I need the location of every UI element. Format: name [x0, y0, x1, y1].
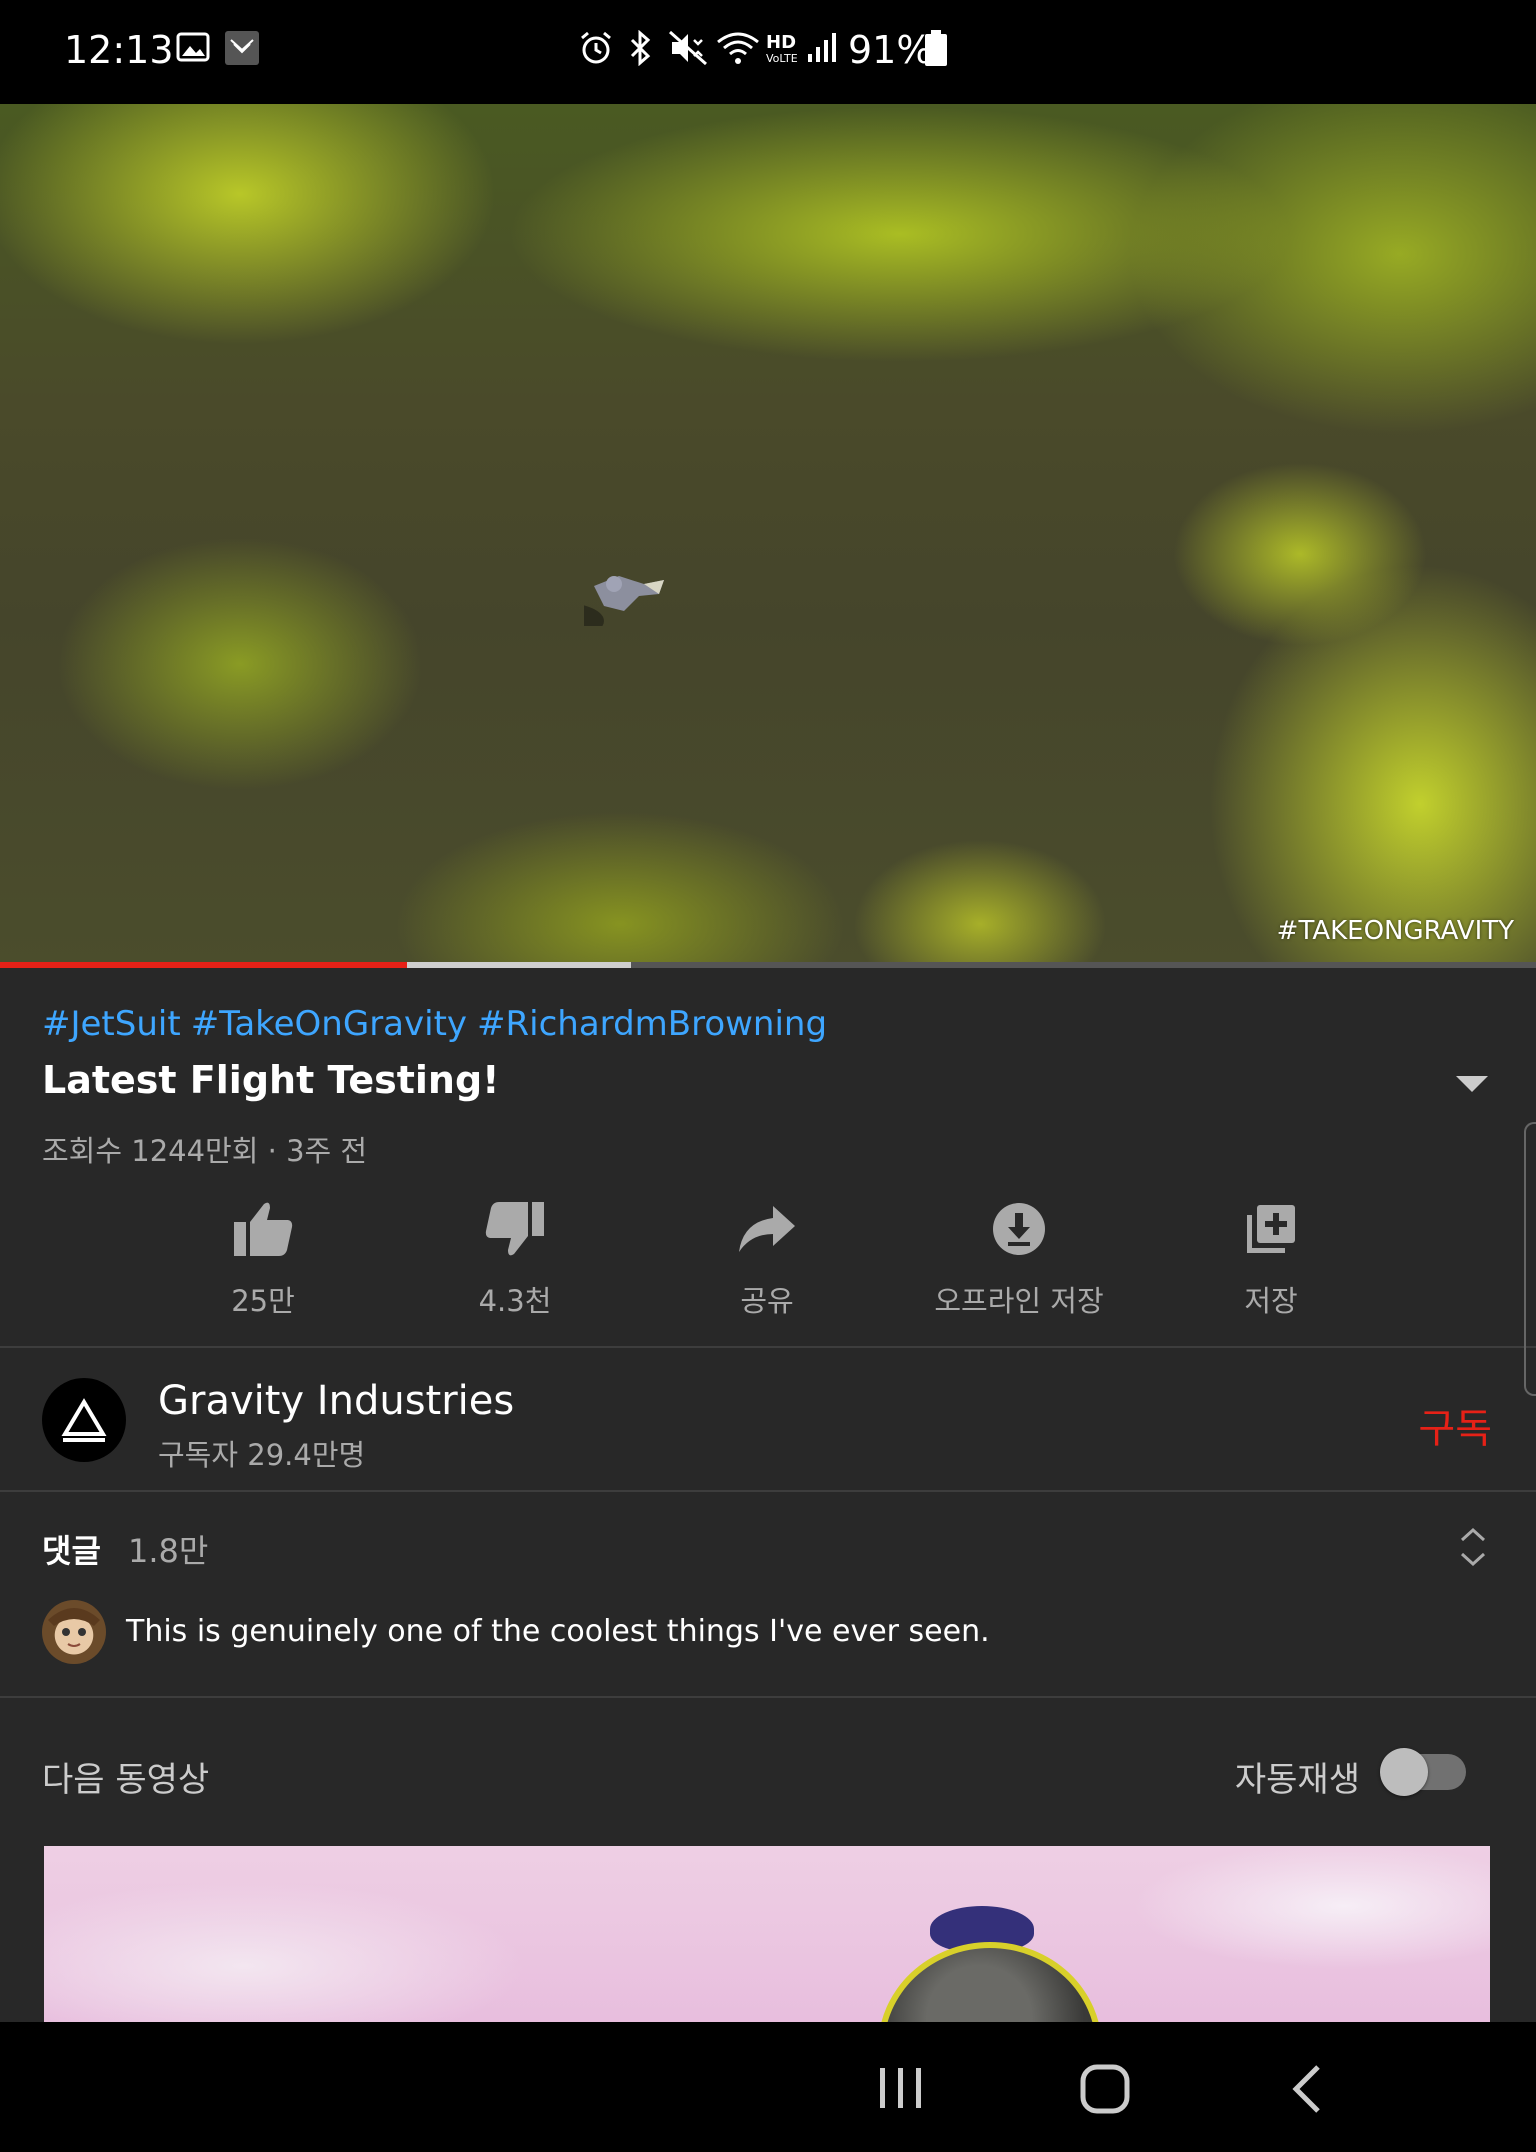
- hashtag-link[interactable]: #TakeOnGravity: [191, 1004, 467, 1044]
- hashtag-list: #JetSuit #TakeOnGravity #RichardmBrowning: [42, 1004, 837, 1044]
- autoplay-toggle[interactable]: [1380, 1748, 1466, 1796]
- alarm-icon: [581, 31, 611, 64]
- view-count-and-date: 조회수 1244만회 · 3주 전: [42, 1134, 368, 1168]
- save-to-playlist-button[interactable]: 저장: [1161, 1196, 1381, 1320]
- subscribe-button[interactable]: 구독: [1418, 1396, 1492, 1454]
- divider: [0, 1696, 1536, 1698]
- status-time: 12:13: [64, 28, 174, 72]
- battery-icon: [925, 30, 947, 66]
- bluetooth-icon: [630, 30, 651, 66]
- like-count: 25만: [231, 1284, 295, 1318]
- anime-face-avatar-icon: [48, 1608, 100, 1647]
- notification-app-icon: [225, 31, 259, 65]
- like-button[interactable]: 25만: [153, 1196, 373, 1320]
- share-label: 공유: [740, 1284, 794, 1318]
- save-label: 저장: [1244, 1284, 1298, 1318]
- thumbs-up-icon: [234, 1202, 293, 1256]
- mute-icon: [669, 30, 707, 66]
- comments-count: 1.8만: [128, 1532, 209, 1570]
- expand-description-icon[interactable]: [1454, 1074, 1490, 1094]
- dislike-button[interactable]: 4.3천: [405, 1196, 625, 1320]
- home-icon[interactable]: [1080, 2064, 1130, 2114]
- hashtag-link[interactable]: #JetSuit: [42, 1004, 181, 1044]
- channel-avatar[interactable]: [42, 1378, 126, 1462]
- share-icon: [739, 1206, 795, 1252]
- wifi-icon: [717, 32, 759, 64]
- comments-title[interactable]: 댓글: [42, 1526, 101, 1572]
- svg-text:VoLTE: VoLTE: [766, 52, 798, 65]
- next-video-thumbnail[interactable]: [44, 1846, 1490, 2022]
- edge-panel-handle[interactable]: [1524, 1122, 1536, 1396]
- divider: [0, 1490, 1536, 1492]
- battery-percentage: 91%: [848, 28, 933, 72]
- download-label: 오프라인 저장: [934, 1284, 1104, 1318]
- svg-text:HD: HD: [766, 32, 796, 53]
- hd-voice-icon: HD VoLTE: [766, 32, 798, 65]
- played-progress: [0, 962, 408, 968]
- add-to-playlist-icon: [1247, 1205, 1295, 1253]
- gravity-logo-icon: [61, 1398, 107, 1442]
- jetsuit-pilot-figure: [584, 576, 664, 626]
- signal-icon: [808, 33, 836, 62]
- action-bar: 25만 4.3천 공유 오프라인 저장 저장: [0, 1196, 1536, 1318]
- video-watermark: #TAKEONGRAVITY: [1276, 916, 1514, 946]
- thumbs-down-icon: [485, 1202, 544, 1256]
- system-navigation-bar: [0, 2022, 1536, 2152]
- autoplay-label: 자동재생: [1234, 1760, 1360, 1800]
- video-progress-bar[interactable]: [0, 962, 1536, 968]
- download-icon: [993, 1203, 1045, 1255]
- share-button[interactable]: 공유: [657, 1196, 877, 1320]
- subscriber-count: 구독자 29.4만명: [158, 1438, 366, 1472]
- helmet-figure: [878, 1942, 1102, 2022]
- video-title[interactable]: Latest Flight Testing!: [42, 1058, 500, 1102]
- dislike-count: 4.3천: [478, 1284, 552, 1318]
- expand-comments-icon[interactable]: [1458, 1526, 1488, 1568]
- up-next-label: 다음 동영상: [42, 1760, 210, 1800]
- toggle-knob: [1380, 1748, 1428, 1796]
- download-button[interactable]: 오프라인 저장: [909, 1196, 1129, 1320]
- divider: [0, 1346, 1536, 1348]
- commenter-avatar[interactable]: [42, 1600, 106, 1664]
- recent-apps-icon[interactable]: [876, 2064, 926, 2112]
- channel-name[interactable]: Gravity Industries: [158, 1378, 514, 1424]
- hashtag-link[interactable]: #RichardmBrowning: [477, 1004, 827, 1044]
- video-player[interactable]: #TAKEONGRAVITY: [0, 104, 1536, 966]
- top-comment-text[interactable]: This is genuinely one of the coolest thi…: [126, 1614, 990, 1649]
- gallery-icon: [176, 32, 210, 62]
- status-bar: 12:13 HD VoLTE 91%: [0, 0, 1536, 104]
- back-icon[interactable]: [1290, 2064, 1324, 2114]
